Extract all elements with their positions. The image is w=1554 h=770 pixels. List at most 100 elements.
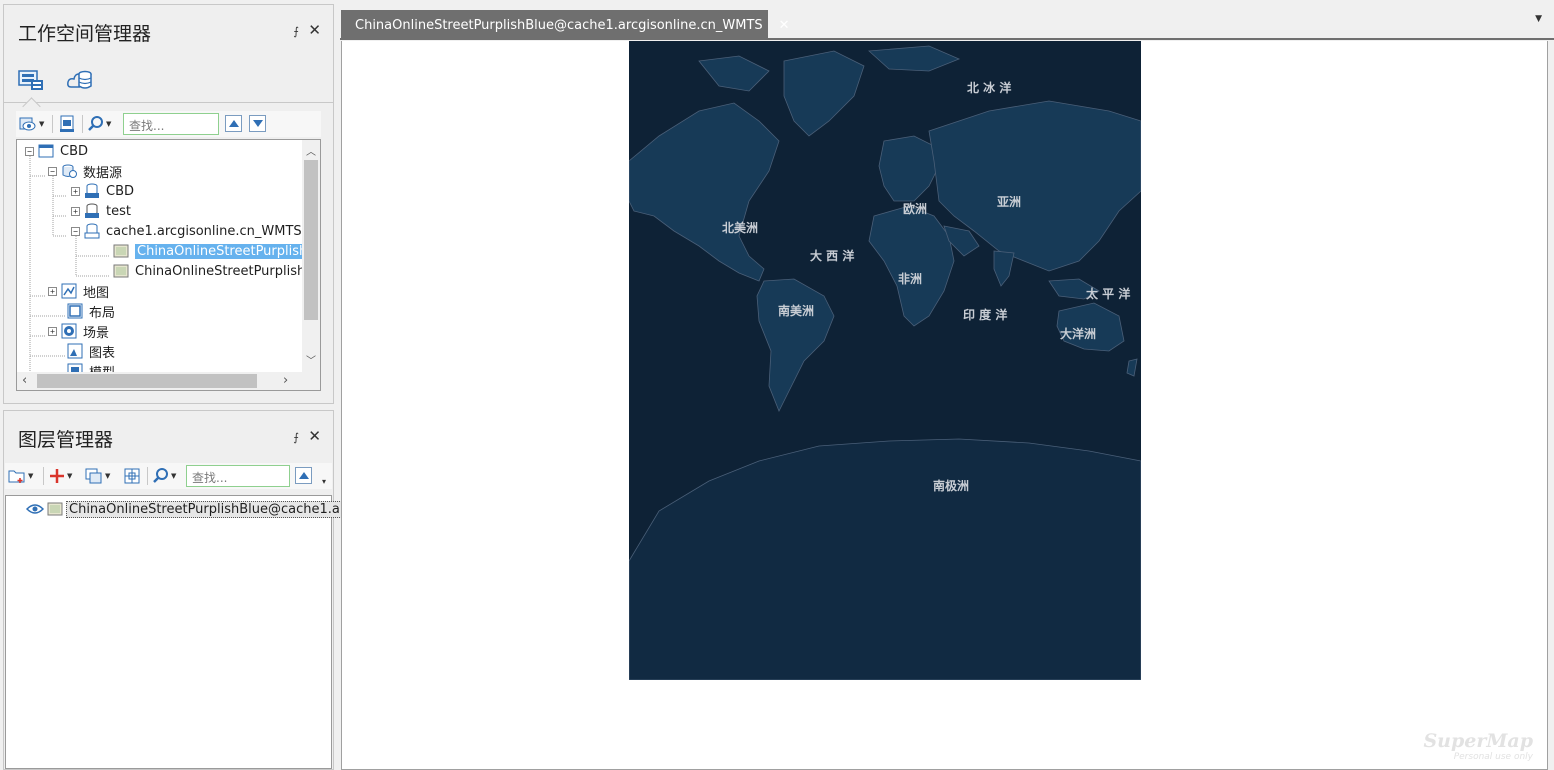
map-canvas[interactable]: 北 冰 洋 北美洲 欧洲 亚洲 大 西 洋 非洲 太 平 洋 南美洲 印 度 洋… <box>629 41 1141 680</box>
layer-list: ChinaOnlineStreetPurplishBlue@cache1.arc… <box>5 495 480 769</box>
toolbar-divider <box>43 467 44 485</box>
tree-item-layouts[interactable]: 布局 <box>67 301 115 321</box>
map-label-europe: 欧洲 <box>903 202 928 216</box>
chevron-up-icon[interactable]: ︿ <box>306 143 316 158</box>
tree-item-dataset-selected[interactable]: ChinaOnlineStreetPurplishBlue@cache1.arc… <box>113 241 320 261</box>
tab-cloud-workspace[interactable] <box>66 65 94 93</box>
tree-item-charts[interactable]: 图表 <box>67 341 115 361</box>
toolbar-divider <box>82 115 83 133</box>
cloud-database-icon <box>67 70 92 89</box>
udbx-datasource-icon <box>85 183 99 198</box>
tree-item-scenes[interactable]: + 场景 <box>48 321 109 341</box>
map-label-africa: 非洲 <box>898 272 923 286</box>
close-icon[interactable]: ✕ <box>779 18 790 33</box>
tree-item-workspace[interactable]: − CBD <box>25 141 88 161</box>
map-label-antarctica: 南极洲 <box>933 479 970 493</box>
workspace-manager-panel: 工作空间管理器 ⨍ ✕ ▼ ▼ 查找... − CBD − 数据源 + CBD … <box>3 4 334 404</box>
find-next-button[interactable] <box>249 115 266 132</box>
close-icon[interactable]: ✕ <box>308 427 321 445</box>
chevron-down-icon: ▼ <box>28 472 34 480</box>
close-icon[interactable]: ✕ <box>308 21 321 39</box>
tree-item-label: test <box>106 203 131 219</box>
map-view[interactable]: 北 冰 洋 北美洲 欧洲 亚洲 大 西 洋 非洲 太 平 洋 南美洲 印 度 洋… <box>341 41 1548 770</box>
chevron-down-icon[interactable]: ﹀ <box>306 352 316 367</box>
expand-icon[interactable]: + <box>48 286 57 296</box>
find-options-button[interactable]: ▼ <box>88 114 111 134</box>
pin-icon[interactable]: ⨍ <box>293 25 299 38</box>
collapse-icon[interactable]: − <box>71 226 80 236</box>
toolbar-overflow-icon[interactable]: ▾ <box>322 477 326 486</box>
chevron-down-icon: ▼ <box>39 120 45 128</box>
expand-icon[interactable]: + <box>48 326 57 336</box>
scenes-icon <box>61 323 77 339</box>
workspace-panel-title: 工作空间管理器 <box>18 23 152 45</box>
tree-item-label: 场景 <box>83 325 110 341</box>
search-icon <box>153 468 168 483</box>
collapse-icon[interactable]: − <box>25 146 34 156</box>
workspace-icon <box>38 144 54 158</box>
chevron-down-icon: ▼ <box>171 472 177 480</box>
chevron-left-icon[interactable]: ‹ <box>22 373 27 388</box>
tree-item-datasources[interactable]: − 数据源 <box>48 161 122 181</box>
world-map-image <box>629 41 1141 680</box>
chevron-down-icon: ▼ <box>106 120 112 128</box>
tree-horizontal-scrollbar[interactable]: ‹ › <box>17 372 320 390</box>
tree-vertical-scrollbar[interactable]: ︿ ﹀ <box>302 140 320 372</box>
map-label-atlantic-ocean: 大 西 洋 <box>810 249 855 263</box>
triangle-down-icon <box>252 120 263 127</box>
view-options-button[interactable]: ▼ <box>19 114 44 134</box>
find-previous-button[interactable] <box>295 467 312 484</box>
expand-icon[interactable]: + <box>71 186 80 196</box>
collapse-icon[interactable]: − <box>48 166 57 176</box>
layers-copy-icon <box>85 468 102 484</box>
tree-item-maps[interactable]: + 地图 <box>48 281 109 301</box>
eye-icon[interactable] <box>26 503 44 515</box>
map-label-pacific-ocean: 太 平 洋 <box>1086 287 1131 301</box>
tree-item-label: 地图 <box>83 285 110 301</box>
add-layer-button[interactable]: ▼ <box>49 466 72 486</box>
workspace-search-input[interactable]: 查找... <box>123 113 219 135</box>
workspace-tree: − CBD − 数据源 + CBD + test − cache1.arcgis… <box>16 139 321 391</box>
tab-map-document[interactable]: ChinaOnlineStreetPurplishBlue@cache1.arc… <box>341 10 790 40</box>
find-previous-button[interactable] <box>225 115 242 132</box>
triangle-up-icon <box>298 472 309 479</box>
map-label-asia: 亚洲 <box>997 195 1022 209</box>
tree-item-label: cache1.arcgisonline.cn_WMTS <box>106 223 302 239</box>
tree-item-datasource-wmts[interactable]: − cache1.arcgisonline.cn_WMTS <box>71 221 302 241</box>
scrollbar-thumb[interactable] <box>37 374 257 388</box>
expand-icon[interactable]: + <box>71 206 80 216</box>
layouts-icon <box>67 303 83 319</box>
tab-list-dropdown-icon[interactable]: ▼ <box>1535 14 1542 24</box>
tab-label: ChinaOnlineStreetPurplishBlue@cache1.arc… <box>355 17 763 33</box>
export-button[interactable] <box>58 114 76 134</box>
layer-search-input[interactable]: 查找... <box>186 465 290 487</box>
layer-toolbar: ▼ ▼ ▼ ▼ 查找... ▾ <box>5 463 332 489</box>
pin-icon[interactable]: ⨍ <box>293 431 299 444</box>
scrollbar-thumb[interactable] <box>304 160 318 320</box>
chevron-down-icon: ▼ <box>67 472 73 480</box>
tree-item-label: 数据源 <box>83 165 123 181</box>
tree-item-label: CBD <box>60 143 89 159</box>
search-icon <box>88 116 103 131</box>
new-layer-group-button[interactable]: ▼ <box>8 466 33 486</box>
tree-item-label: CBD <box>106 183 135 199</box>
find-options-button[interactable]: ▼ <box>153 466 176 486</box>
workspace-toolbar: ▼ ▼ 查找... <box>16 111 321 137</box>
chevron-right-icon[interactable]: › <box>283 373 288 388</box>
eye-icon <box>19 117 36 131</box>
ogc-datasource-icon <box>84 223 100 239</box>
tree-item-label: 图表 <box>89 345 116 361</box>
image-dataset-icon <box>113 264 129 278</box>
layer-panel-title: 图层管理器 <box>18 429 114 451</box>
map-label-arctic-ocean: 北 冰 洋 <box>967 81 1012 95</box>
layer-extent-button[interactable] <box>123 466 141 486</box>
local-workspace-icon <box>18 70 43 90</box>
tree-item-dataset[interactable]: ChinaOnlineStreetPurplishBlue@cache1.arc… <box>113 261 320 281</box>
layer-style-button[interactable]: ▼ <box>85 466 110 486</box>
image-layer-icon <box>47 502 63 516</box>
tab-local-workspace[interactable] <box>17 65 45 93</box>
tree-item-datasource-cbd[interactable]: + CBD <box>71 181 134 201</box>
map-label-oceania: 大洋洲 <box>1060 327 1097 341</box>
tree-item-datasource-test[interactable]: + test <box>71 201 131 221</box>
supermap-watermark: SuperMap Personal use only <box>1423 732 1533 765</box>
